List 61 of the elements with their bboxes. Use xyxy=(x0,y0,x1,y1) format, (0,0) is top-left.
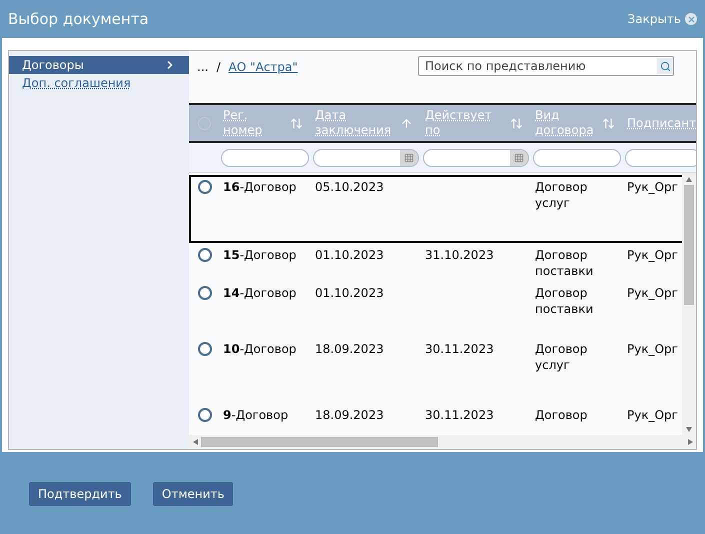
calendar-icon[interactable] xyxy=(510,150,528,166)
filter-field[interactable] xyxy=(625,148,696,166)
sort-ascending-icon[interactable] xyxy=(400,116,413,130)
table-cell: Рук_Орг xyxy=(627,342,678,356)
table-cell: Рук_Орг xyxy=(627,408,678,422)
sort-icon[interactable] xyxy=(290,116,303,130)
table-cell: Договор услуг xyxy=(535,180,588,210)
scroll-up-icon[interactable] xyxy=(685,175,693,183)
filter-field[interactable] xyxy=(423,148,529,166)
row-radio[interactable] xyxy=(198,286,212,300)
table-cell: 10-Договор xyxy=(223,342,296,356)
dialog-button[interactable]: Отменить xyxy=(152,482,234,506)
close-icon xyxy=(685,13,697,25)
table-cell: Договор поставки xyxy=(535,286,594,316)
table-cell: 14-Договор xyxy=(223,286,296,300)
breadcrumb-separator: / xyxy=(216,59,220,76)
table-cell: Договор xyxy=(535,408,588,422)
row-radio[interactable] xyxy=(198,180,212,194)
scroll-left-icon[interactable] xyxy=(191,438,199,446)
filter-field[interactable] xyxy=(221,148,309,166)
calendar-icon[interactable] xyxy=(400,150,418,166)
sidebar-item[interactable]: Доп. соглашения xyxy=(9,74,189,92)
row-radio[interactable] xyxy=(198,248,212,262)
table-row[interactable]: 15-Договор 01.10.2023 31.10.2023 Договор поставки Рук_Орг xyxy=(189,243,682,281)
table-cell: 01.10.2023 xyxy=(315,248,384,262)
table-row[interactable]: 10-Договор 18.09.2023 30.11.2023 Договор услуг Рук_Орг xyxy=(189,337,682,403)
table-cell: 9-Договор xyxy=(223,408,288,422)
breadcrumb-root[interactable]: ... xyxy=(197,58,208,76)
table-cell: 31.10.2023 xyxy=(425,248,494,262)
table-row[interactable]: 14-Договор 01.10.2023 Договор поставки Рук_Орг xyxy=(189,281,682,337)
table-cell: Договор услуг xyxy=(535,342,588,372)
search-field[interactable]: Поиск по представлению xyxy=(418,56,674,76)
dialog-button[interactable]: Подтвердить xyxy=(29,482,131,506)
vertical-scrollbar[interactable] xyxy=(682,173,696,435)
filter-field[interactable] xyxy=(533,148,621,166)
table-cell: 30.11.2023 xyxy=(425,408,494,422)
table-cell: 30.11.2023 xyxy=(425,342,494,356)
sort-icon[interactable] xyxy=(510,116,523,130)
table-cell: 16-Договор xyxy=(223,180,296,194)
scroll-down-icon[interactable] xyxy=(685,425,693,433)
scroll-right-icon[interactable] xyxy=(686,438,694,446)
sort-icon[interactable] xyxy=(602,116,615,130)
table-cell: 18.09.2023 xyxy=(315,408,384,422)
row-radio[interactable] xyxy=(198,342,212,356)
table-cell: Договор поставки xyxy=(535,248,594,278)
table-row[interactable]: 16-Договор 05.10.2023 Договор услуг Рук_Орг xyxy=(189,175,682,243)
table-cell: Рук_Орг xyxy=(627,180,678,194)
row-radio[interactable] xyxy=(198,408,212,422)
table-cell: 05.10.2023 xyxy=(315,180,384,194)
window-title: Выбор документа xyxy=(8,8,149,30)
sidebar-item[interactable]: Договоры xyxy=(9,56,189,74)
table-cell: Рук_Орг xyxy=(627,286,678,300)
table-cell: 15-Договор xyxy=(223,248,296,262)
table-cell: 01.10.2023 xyxy=(315,286,384,300)
table-row[interactable]: 9-Договор 18.09.2023 30.11.2023 Договор Рук_Орг xyxy=(189,403,682,435)
breadcrumb-link[interactable]: АО "Астра" xyxy=(228,58,298,76)
search-icon[interactable] xyxy=(657,58,673,74)
table-cell: 18.09.2023 xyxy=(315,342,384,356)
table-cell: Рук_Орг xyxy=(627,248,678,262)
horizontal-scrollbar[interactable] xyxy=(189,435,696,449)
filter-field[interactable] xyxy=(313,148,419,166)
